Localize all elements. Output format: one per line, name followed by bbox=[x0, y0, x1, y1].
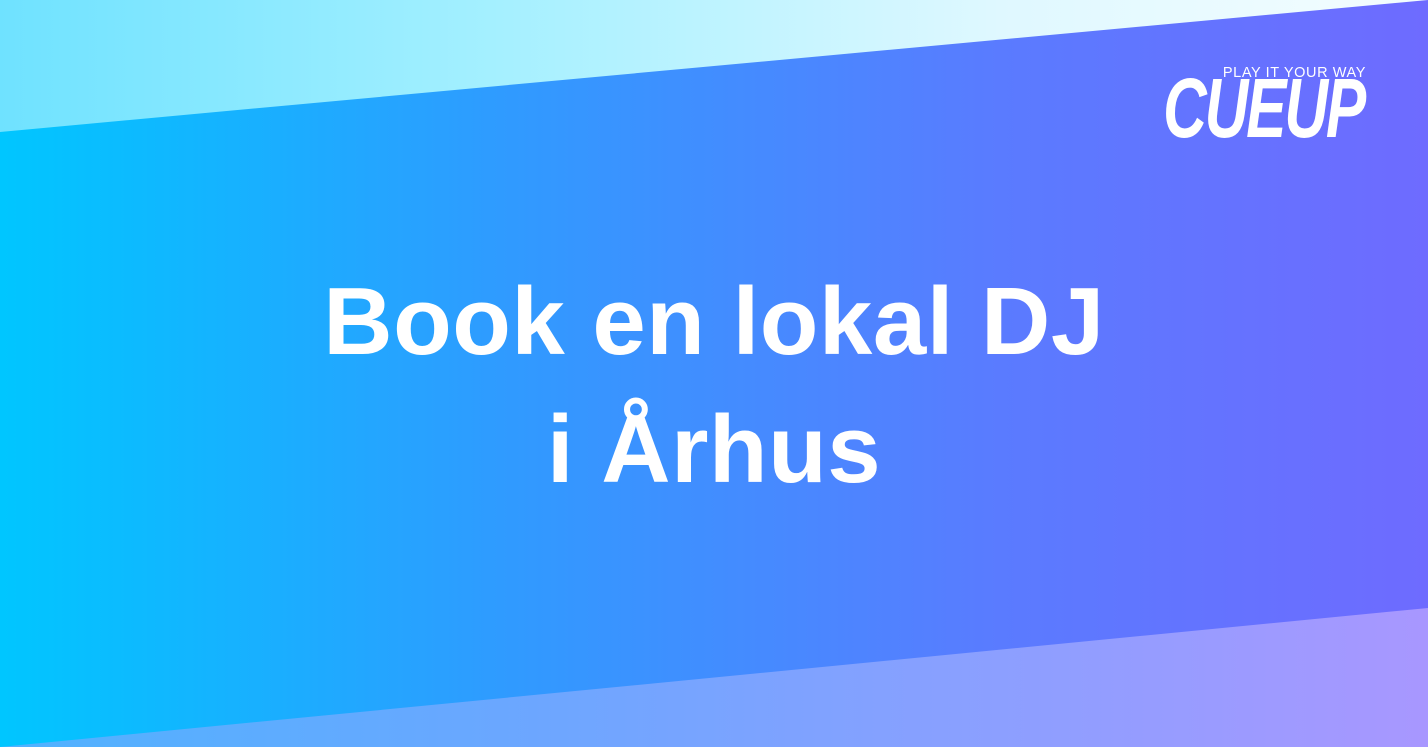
bottom-accent-band bbox=[0, 608, 1428, 747]
headline-line-2: i Århus bbox=[546, 396, 882, 503]
logo-wordmark: CUEUP bbox=[1163, 61, 1366, 155]
page-headline: Book en lokal DJ i Århus bbox=[0, 258, 1428, 514]
headline-line-1: Book en lokal DJ bbox=[323, 268, 1105, 375]
hero-banner: PLAY IT YOUR WAY CUEUP Book en lokal DJ … bbox=[0, 0, 1428, 747]
cueup-logo[interactable]: PLAY IT YOUR WAY CUEUP bbox=[1146, 64, 1366, 164]
